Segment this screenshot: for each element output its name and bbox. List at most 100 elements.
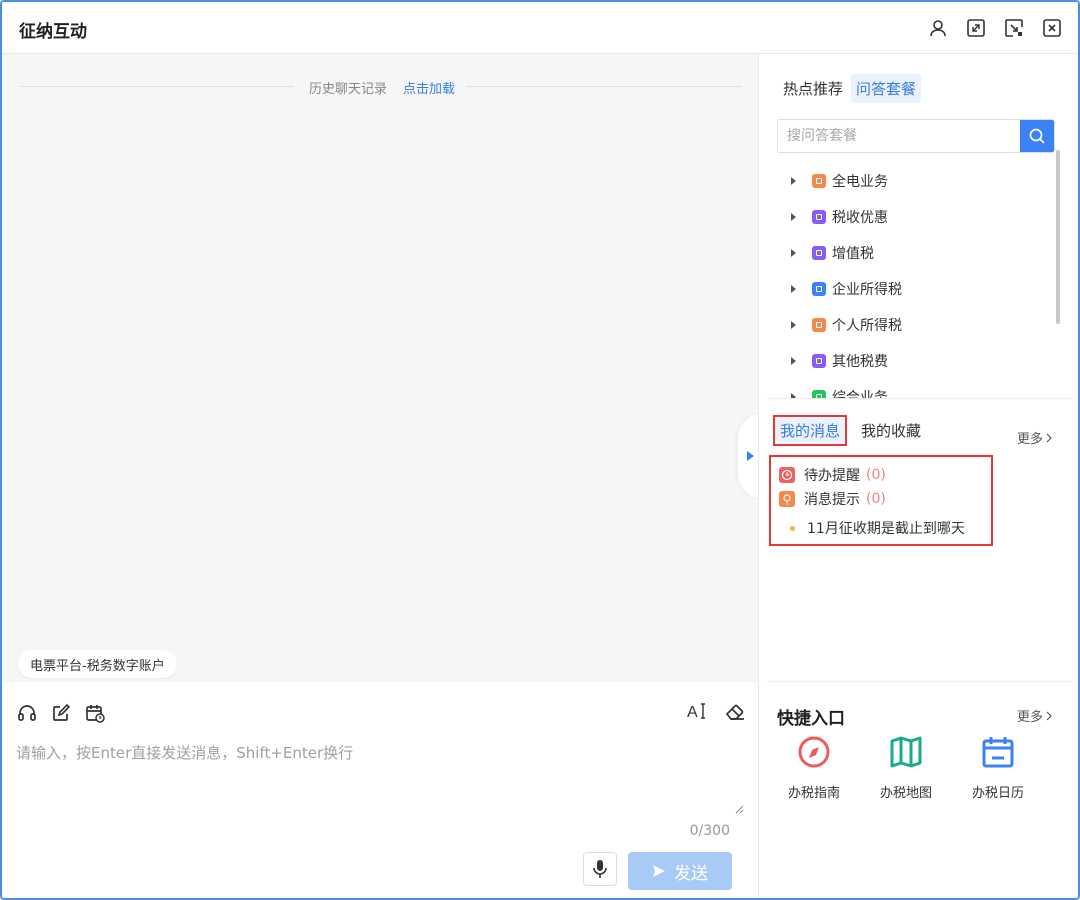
title-bar: 征纳互动 [2, 2, 1078, 54]
maximize-icon[interactable] [966, 18, 986, 38]
more-label: 更多 [1017, 710, 1044, 725]
tree-scrollbar[interactable] [1056, 150, 1060, 324]
send-label: 发送 [674, 863, 708, 884]
folder-badge-icon [812, 174, 826, 188]
message-item[interactable]: 11月征收期是截止到哪天 [790, 518, 965, 538]
user-icon[interactable] [928, 18, 948, 38]
folder-badge-icon [812, 210, 826, 224]
resize-grip-icon[interactable] [734, 804, 744, 814]
tree-item-label: 综合业务 [832, 390, 888, 398]
app-title: 征纳互动 [19, 22, 87, 42]
quick-item-label: 办税指南 [787, 786, 840, 801]
tree-item-label: 企业所得税 [832, 282, 902, 298]
divider-line [466, 86, 742, 87]
clock-icon [779, 467, 795, 483]
edit-icon[interactable] [50, 702, 72, 724]
calendar-clock-icon[interactable] [84, 702, 106, 724]
tree-item-label: 个人所得税 [832, 318, 902, 334]
expand-arrow-icon[interactable] [791, 249, 796, 257]
todo-count: (0) [866, 467, 886, 483]
tree-item[interactable]: 全电业务 [791, 170, 888, 192]
message-item-text: 11月征收期是截止到哪天 [807, 521, 965, 537]
minimize-icon[interactable] [1004, 18, 1024, 38]
todo-label: 待办提醒 [804, 468, 860, 484]
eraser-icon[interactable] [724, 700, 746, 722]
tree-item[interactable]: 综合业务 [791, 386, 888, 398]
load-history-link[interactable]: 点击加载 [403, 78, 455, 97]
chevron-right-icon [1046, 433, 1052, 442]
qa-search [777, 119, 1055, 153]
expand-arrow-icon[interactable] [791, 357, 796, 365]
quick-item-label: 办税地图 [879, 786, 932, 801]
messages-more-link[interactable]: 更多 [1017, 428, 1052, 447]
tab-qa-packages[interactable]: 问答套餐 [851, 74, 922, 103]
message-input[interactable] [16, 742, 732, 812]
tree-item-label: 全电业务 [832, 174, 888, 190]
folder-badge-icon [812, 246, 826, 260]
tree-item-label: 税收优惠 [832, 210, 888, 226]
expand-arrow-icon[interactable] [791, 213, 796, 221]
tree-item[interactable]: 增值税 [791, 242, 874, 264]
input-toolbar-left [16, 702, 106, 724]
history-row: 历史聊天记录 点击加载 [20, 78, 742, 97]
qa-search-input[interactable] [778, 120, 1020, 152]
folder-badge-icon [812, 318, 826, 332]
window-controls [928, 18, 1062, 38]
notice-row[interactable]: 消息提示 (0) [779, 489, 886, 509]
more-label: 更多 [1017, 432, 1044, 447]
chat-area[interactable]: 历史聊天记录 点击加载 电票平台-税务数字账户 [2, 54, 758, 682]
calendar-icon [982, 737, 1014, 768]
tab-hot[interactable]: 热点推荐 [781, 74, 845, 103]
todo-reminder-row[interactable]: 待办提醒 (0) [779, 465, 886, 485]
expand-arrow-icon[interactable] [791, 177, 796, 185]
tree-item[interactable]: 企业所得税 [791, 278, 902, 300]
qa-tree: 全电业务税收优惠增值税企业所得税个人所得税其他税费综合业务 [777, 162, 1055, 398]
input-toolbar-right: A [686, 700, 746, 722]
folder-badge-icon [812, 354, 826, 368]
message-tabs: 我的消息 我的收藏 [773, 415, 927, 446]
folder-badge-icon [812, 282, 826, 296]
tree-item[interactable]: 个人所得税 [791, 314, 902, 336]
quick-access-title: 快捷入口 [777, 709, 845, 729]
tab-my-messages[interactable]: 我的消息 [773, 415, 848, 446]
tree-item[interactable]: 税收优惠 [791, 206, 888, 228]
close-icon[interactable] [1042, 18, 1062, 38]
notice-count: (0) [866, 491, 886, 507]
svg-text:A: A [687, 704, 698, 721]
tab-my-favorites[interactable]: 我的收藏 [855, 416, 927, 445]
search-button[interactable] [1020, 120, 1054, 152]
tree-item-label: 其他税费 [832, 354, 888, 370]
char-counter: 0/300 [689, 823, 730, 839]
compass-icon [798, 736, 830, 768]
tree-item[interactable]: 其他税费 [791, 350, 888, 372]
send-icon [653, 865, 665, 877]
search-icon [1029, 128, 1045, 144]
quick-item-label: 办税日历 [971, 786, 1024, 801]
chevron-right-icon [1046, 711, 1052, 720]
caret-right-icon [747, 451, 754, 461]
quick-item-tax-calendar[interactable]: 办税日历 [965, 734, 1031, 801]
tree-item-label: 增值税 [832, 246, 874, 262]
folder-badge-icon [812, 390, 826, 398]
divider [767, 681, 1071, 682]
platform-chip[interactable]: 电票平台-税务数字账户 [18, 650, 177, 678]
voice-button[interactable] [583, 852, 617, 886]
expand-arrow-icon[interactable] [791, 285, 796, 293]
font-size-icon[interactable]: A [686, 700, 708, 722]
expand-arrow-icon[interactable] [791, 321, 796, 329]
messages-box: 待办提醒 (0) 消息提示 (0) 11月征收期是截止到哪天 [769, 455, 993, 546]
divider-line [20, 86, 294, 87]
quick-item-tax-guide[interactable]: 办税指南 [781, 734, 847, 801]
history-text: 历史聊天记录 [309, 82, 388, 97]
headset-icon[interactable] [16, 702, 38, 724]
bulb-icon [779, 491, 795, 507]
send-button[interactable]: 发送 [628, 852, 732, 890]
microphone-icon [593, 860, 607, 878]
app-window: 征纳互动 历史聊天记录 点击加载 电票平台-税务数字账户 A 请输入，按Ente… [0, 0, 1080, 900]
quick-access-items: 办税指南 办税地图 办税日历 [781, 734, 1031, 801]
quick-item-tax-map[interactable]: 办税地图 [873, 734, 939, 801]
quick-more-link[interactable]: 更多 [1017, 706, 1052, 725]
right-panel: 热点推荐 问答套餐 全电业务税收优惠增值税企业所得税个人所得税其他税费综合业务 … [758, 54, 1078, 898]
map-icon [890, 736, 922, 768]
recommend-tabs: 热点推荐 问答套餐 [781, 74, 922, 103]
